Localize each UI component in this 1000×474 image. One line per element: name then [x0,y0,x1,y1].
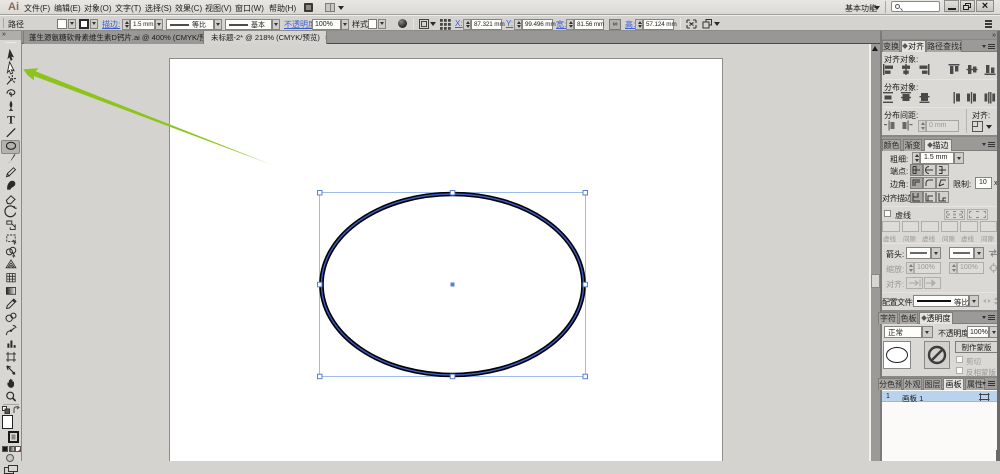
svg-text:T: T [7,115,15,127]
